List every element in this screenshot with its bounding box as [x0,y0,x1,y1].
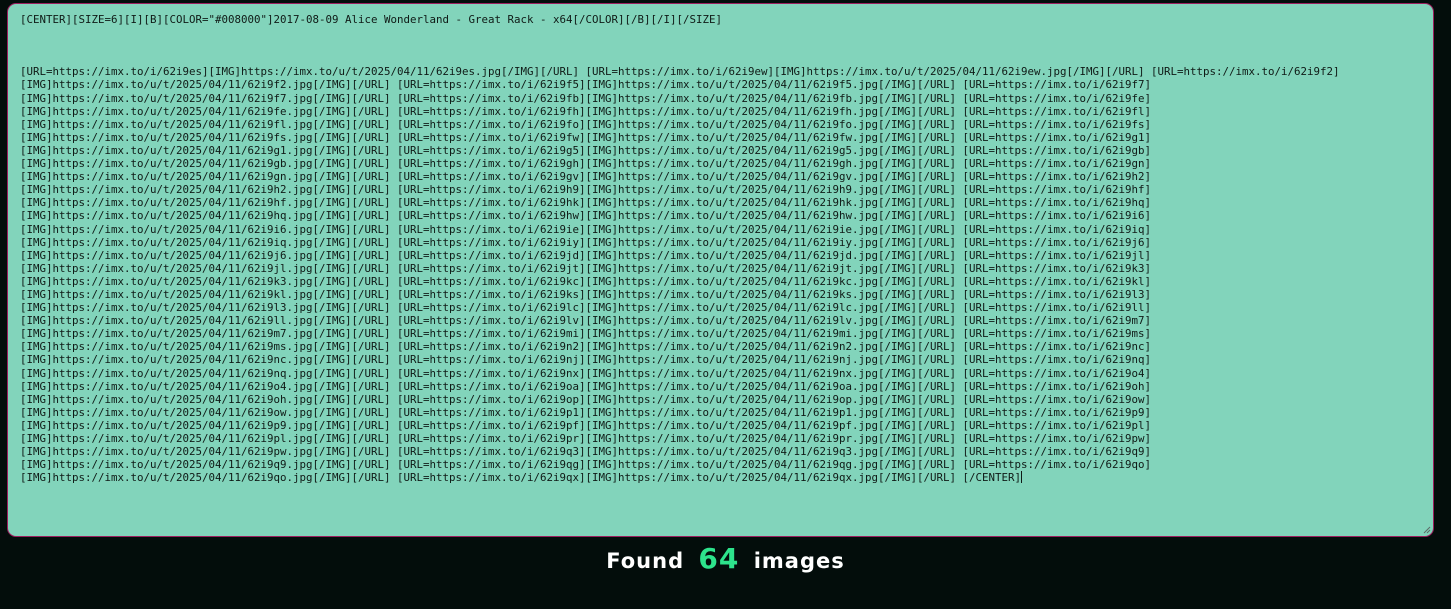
image-count-summary: Found 64 images [0,537,1451,581]
code-line: [IMG]https://imx.to/u/t/2025/04/11/62i9p… [20,418,1152,432]
code-line: [IMG]https://imx.to/u/t/2025/04/11/62i9h… [20,209,1152,223]
code-line: [IMG]https://imx.to/u/t/2025/04/11/62i9o… [20,405,1152,419]
resize-grip-icon[interactable] [1422,525,1431,534]
code-line: [IMG]https://imx.to/u/t/2025/04/11/62i9n… [20,353,1152,367]
code-line: [IMG]https://imx.to/u/t/2025/04/11/62i9h… [20,183,1152,197]
code-line: [IMG]https://imx.to/u/t/2025/04/11/62i9n… [20,366,1152,380]
code-line: [IMG]https://imx.to/u/t/2025/04/11/62i9i… [20,235,1152,249]
code-line: [IMG]https://imx.to/u/t/2025/04/11/62i9p… [20,445,1152,459]
code-line: [IMG]https://imx.to/u/t/2025/04/11/62i9f… [20,104,1152,118]
code-line: [IMG]https://imx.to/u/t/2025/04/11/62i9m… [20,327,1152,341]
code-line: [IMG]https://imx.to/u/t/2025/04/11/62i9o… [20,379,1152,393]
code-line: [IMG]https://imx.to/u/t/2025/04/11/62i9o… [20,392,1152,406]
code-line: [IMG]https://imx.to/u/t/2025/04/11/62i9i… [20,222,1152,236]
code-line: [IMG]https://imx.to/u/t/2025/04/11/62i9f… [20,91,1152,105]
code-line: [IMG]https://imx.to/u/t/2025/04/11/62i9l… [20,314,1152,328]
code-line: [IMG]https://imx.to/u/t/2025/04/11/62i9m… [20,340,1152,354]
code-line: [IMG]https://imx.to/u/t/2025/04/11/62i9k… [20,274,1152,288]
code-line: [IMG]https://imx.to/u/t/2025/04/11/62i9f… [20,130,1152,144]
code-line: [IMG]https://imx.to/u/t/2025/04/11/62i9q… [20,471,1023,485]
code-line: [IMG]https://imx.to/u/t/2025/04/11/62i9g… [20,143,1152,157]
code-line: [IMG]https://imx.to/u/t/2025/04/11/62i9p… [20,432,1152,445]
bbcode-output-textarea[interactable]: [CENTER][SIZE=6][I][B][COLOR="#008000"]2… [7,3,1434,537]
code-line: [IMG]https://imx.to/u/t/2025/04/11/62i9g… [20,157,1152,171]
code-line: [IMG]https://imx.to/u/t/2025/04/11/62i9f… [20,78,1152,92]
code-line: [IMG]https://imx.to/u/t/2025/04/11/62i9k… [20,287,1152,301]
code-line: [IMG]https://imx.to/u/t/2025/04/11/62i9j… [20,261,1152,275]
code-line: [CENTER][SIZE=6][I][B][COLOR="#008000"]2… [20,13,723,26]
found-label: Found [606,549,685,573]
code-line: [URL=https://imx.to/i/62i9es][IMG]https:… [20,65,1340,79]
code-line: [IMG]https://imx.to/u/t/2025/04/11/62i9f… [20,117,1152,131]
page: [CENTER][SIZE=6][I][B][COLOR="#008000"]2… [0,0,1451,609]
code-line: [IMG]https://imx.to/u/t/2025/04/11/62i9q… [20,458,1152,472]
text-caret [1021,471,1023,484]
image-count: 64 [698,542,740,575]
code-line: [IMG]https://imx.to/u/t/2025/04/11/62i9h… [20,196,1152,210]
code-line: [IMG]https://imx.to/u/t/2025/04/11/62i9j… [20,248,1152,262]
code-line: [IMG]https://imx.to/u/t/2025/04/11/62i9g… [20,170,1152,184]
code-line: [IMG]https://imx.to/u/t/2025/04/11/62i9l… [20,301,1152,315]
images-label: images [753,549,845,573]
